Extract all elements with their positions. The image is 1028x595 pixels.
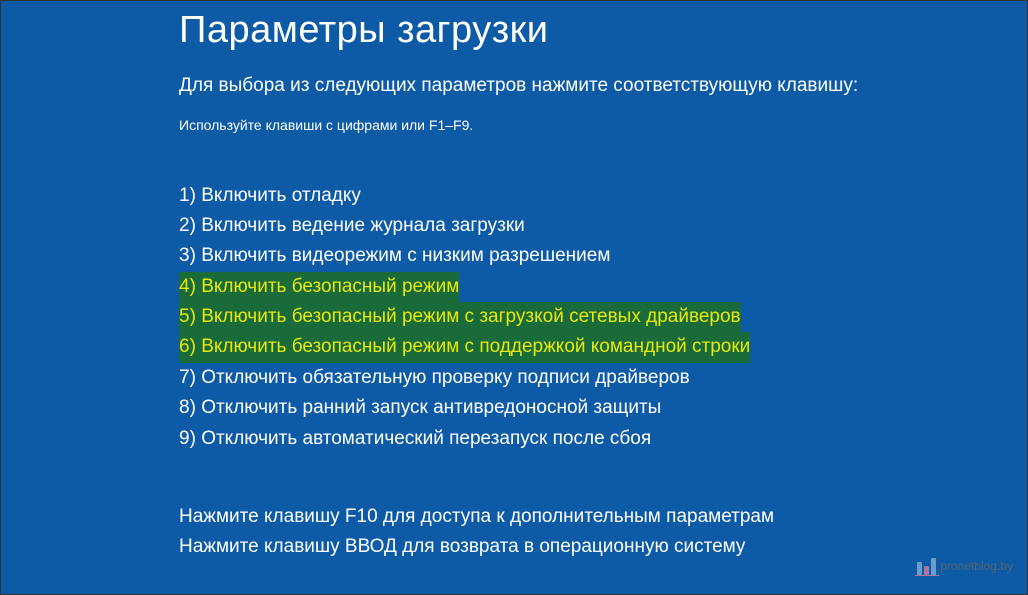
option-label: Включить видеорежим с низким разрешением <box>201 245 610 266</box>
option-num: 1) <box>179 185 196 206</box>
watermark-logo-icon <box>917 558 936 576</box>
option-label: Включить безопасный режим <box>201 276 459 297</box>
footer-f10: Нажмите клавишу F10 для доступа к дополн… <box>179 502 1027 532</box>
boot-option-5[interactable]: 5) Включить безопасный режим с загрузкой… <box>179 302 1027 332</box>
option-num: 9) <box>179 428 196 449</box>
boot-option-3[interactable]: 3) Включить видеорежим с низким разрешен… <box>179 241 1027 271</box>
option-num: 4) <box>179 276 196 297</box>
option-num: 8) <box>179 397 196 418</box>
hint: Используйте клавиши с цифрами или F1–F9. <box>179 117 1027 133</box>
boot-option-1[interactable]: 1) Включить отладку <box>179 181 1027 211</box>
option-label: Отключить автоматический перезапуск посл… <box>201 428 651 449</box>
option-num: 6) <box>179 336 196 357</box>
boot-option-7[interactable]: 7) Отключить обязательную проверку подпи… <box>179 363 1027 393</box>
page-title: Параметры загрузки <box>179 9 1027 52</box>
watermark-domain: pronetblog.by <box>940 560 1013 573</box>
option-label: Отключить ранний запуск антивредоносной … <box>201 397 661 418</box>
watermark: pronetblog.by <box>917 558 1013 576</box>
subtitle: Для выбора из следующих параметров нажми… <box>179 72 1027 101</box>
option-num: 2) <box>179 215 196 236</box>
option-num: 5) <box>179 306 196 327</box>
boot-option-2[interactable]: 2) Включить ведение журнала загрузки <box>179 211 1027 241</box>
boot-options-list: 1) Включить отладку 2) Включить ведение … <box>179 181 1027 455</box>
boot-option-6[interactable]: 6) Включить безопасный режим с поддержко… <box>179 332 1027 362</box>
boot-option-8[interactable]: 8) Отключить ранний запуск антивредоносн… <box>179 393 1027 423</box>
option-num: 7) <box>179 367 196 388</box>
option-label: Отключить обязательную проверку подписи … <box>201 367 690 388</box>
option-label: Включить безопасный режим с поддержкой к… <box>201 336 750 357</box>
boot-option-4[interactable]: 4) Включить безопасный режим <box>179 272 1027 302</box>
option-label: Включить ведение журнала загрузки <box>201 215 525 236</box>
boot-option-9[interactable]: 9) Отключить автоматический перезапуск п… <box>179 424 1027 454</box>
option-label: Включить безопасный режим с загрузкой се… <box>201 306 740 327</box>
footer-enter: Нажмите клавишу ВВОД для возврата в опер… <box>179 532 1027 562</box>
option-num: 3) <box>179 245 196 266</box>
option-label: Включить отладку <box>201 185 361 206</box>
